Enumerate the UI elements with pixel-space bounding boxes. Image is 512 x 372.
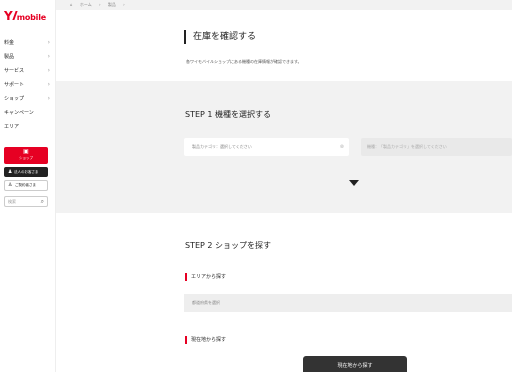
product-category-value: 製品カテゴリ：選択してください xyxy=(192,144,252,149)
sidebar-item-label: 料金 xyxy=(4,40,15,46)
step2-title: STEP 2 ショップを探す xyxy=(185,241,272,250)
breadcrumb: ⌂ ホーム › 製品 › xyxy=(56,0,512,10)
search-icon[interactable]: ⌕ xyxy=(41,197,44,206)
prefecture-select-value: 都道府県を選択 xyxy=(192,300,220,305)
sidebar-item-label: キャンペーン xyxy=(4,110,34,116)
current-location-button[interactable]: 現在地から探す xyxy=(303,356,407,372)
member-button-label: ご契約者さま xyxy=(15,183,36,187)
step1-title: STEP 1 機種を選択する xyxy=(185,110,272,119)
sidebar-item-campaign[interactable]: キャンペーン xyxy=(0,106,56,120)
sidebar-item-shop[interactable]: ショップ › xyxy=(0,92,56,106)
page-title: 在庫を確認する xyxy=(184,30,256,44)
sidebar-nav: 料金 › 製品 › サービス › サポート › ショップ › キャンペーン エリ… xyxy=(0,36,56,134)
sidebar-item-label: サポート xyxy=(4,82,25,88)
sidebar-item-label: サービス xyxy=(4,68,25,74)
member-button[interactable]: ♙ ご契約者さま xyxy=(4,180,48,191)
sidebar-item-plans[interactable]: 料金 › xyxy=(0,36,56,50)
step1-section: STEP 1 機種を選択する 製品カテゴリ：選択してください ⊗ 機種：「製品カ… xyxy=(56,81,512,213)
chevron-right-icon: › xyxy=(47,67,50,74)
prefecture-select[interactable]: 都道府県を選択 xyxy=(184,294,512,312)
logo-y: Y xyxy=(4,9,13,23)
breadcrumb-separator: › xyxy=(99,2,101,7)
sidebar: Y mobile 料金 › 製品 › サービス › サポート › ショップ › … xyxy=(0,0,56,372)
chevron-right-icon: › xyxy=(47,95,50,102)
product-category-select[interactable]: 製品カテゴリ：選択してください ⊗ xyxy=(184,138,349,156)
corporate-button-label: 法人のお客さま xyxy=(14,170,39,174)
sidebar-item-support[interactable]: サポート › xyxy=(0,78,56,92)
chevron-right-icon: › xyxy=(47,53,50,60)
logo-word: mobile xyxy=(16,13,46,22)
sidebar-search-input[interactable]: 検索 ⌕ xyxy=(4,196,48,207)
location-search-heading: 現在地から探す xyxy=(185,336,226,344)
sidebar-item-label: 製品 xyxy=(4,54,15,60)
chevron-right-icon: › xyxy=(47,81,50,88)
breadcrumb-current[interactable]: 製品 xyxy=(108,2,116,7)
clear-icon[interactable]: ⊗ xyxy=(340,138,344,156)
model-select-value: 機種：「製品カテゴリ」を選択してください xyxy=(367,144,447,149)
shop-button[interactable]: ▣ ショップ xyxy=(4,147,48,164)
search-placeholder: 検索 xyxy=(8,199,16,204)
home-icon[interactable]: ⌂ xyxy=(70,2,73,7)
shop-button-label: ショップ xyxy=(19,156,33,160)
sidebar-item-label: ショップ xyxy=(4,96,25,102)
breadcrumb-separator: › xyxy=(123,2,125,7)
person-icon: ♟ xyxy=(8,169,13,175)
breadcrumb-home[interactable]: ホーム xyxy=(80,2,92,7)
sidebar-item-services[interactable]: サービス › xyxy=(0,64,56,78)
sidebar-item-products[interactable]: 製品 › xyxy=(0,50,56,64)
chevron-right-icon: › xyxy=(47,39,50,46)
user-icon: ♙ xyxy=(8,182,13,188)
area-search-heading: エリアから探す xyxy=(185,273,226,281)
corporate-button[interactable]: ♟ 法人のお客さま xyxy=(4,167,48,177)
shop-icon: ▣ xyxy=(23,148,29,155)
arrow-down-icon xyxy=(349,180,359,186)
sidebar-item-label: エリア xyxy=(4,124,20,130)
sidebar-item-area[interactable]: エリア xyxy=(0,120,56,134)
ymobile-logo[interactable]: Y mobile xyxy=(4,10,52,24)
page-description: 各ワイモバイルショップにある機種の在庫情報が確認できます。 xyxy=(186,59,302,64)
model-select[interactable]: 機種：「製品カテゴリ」を選択してください xyxy=(361,138,512,156)
